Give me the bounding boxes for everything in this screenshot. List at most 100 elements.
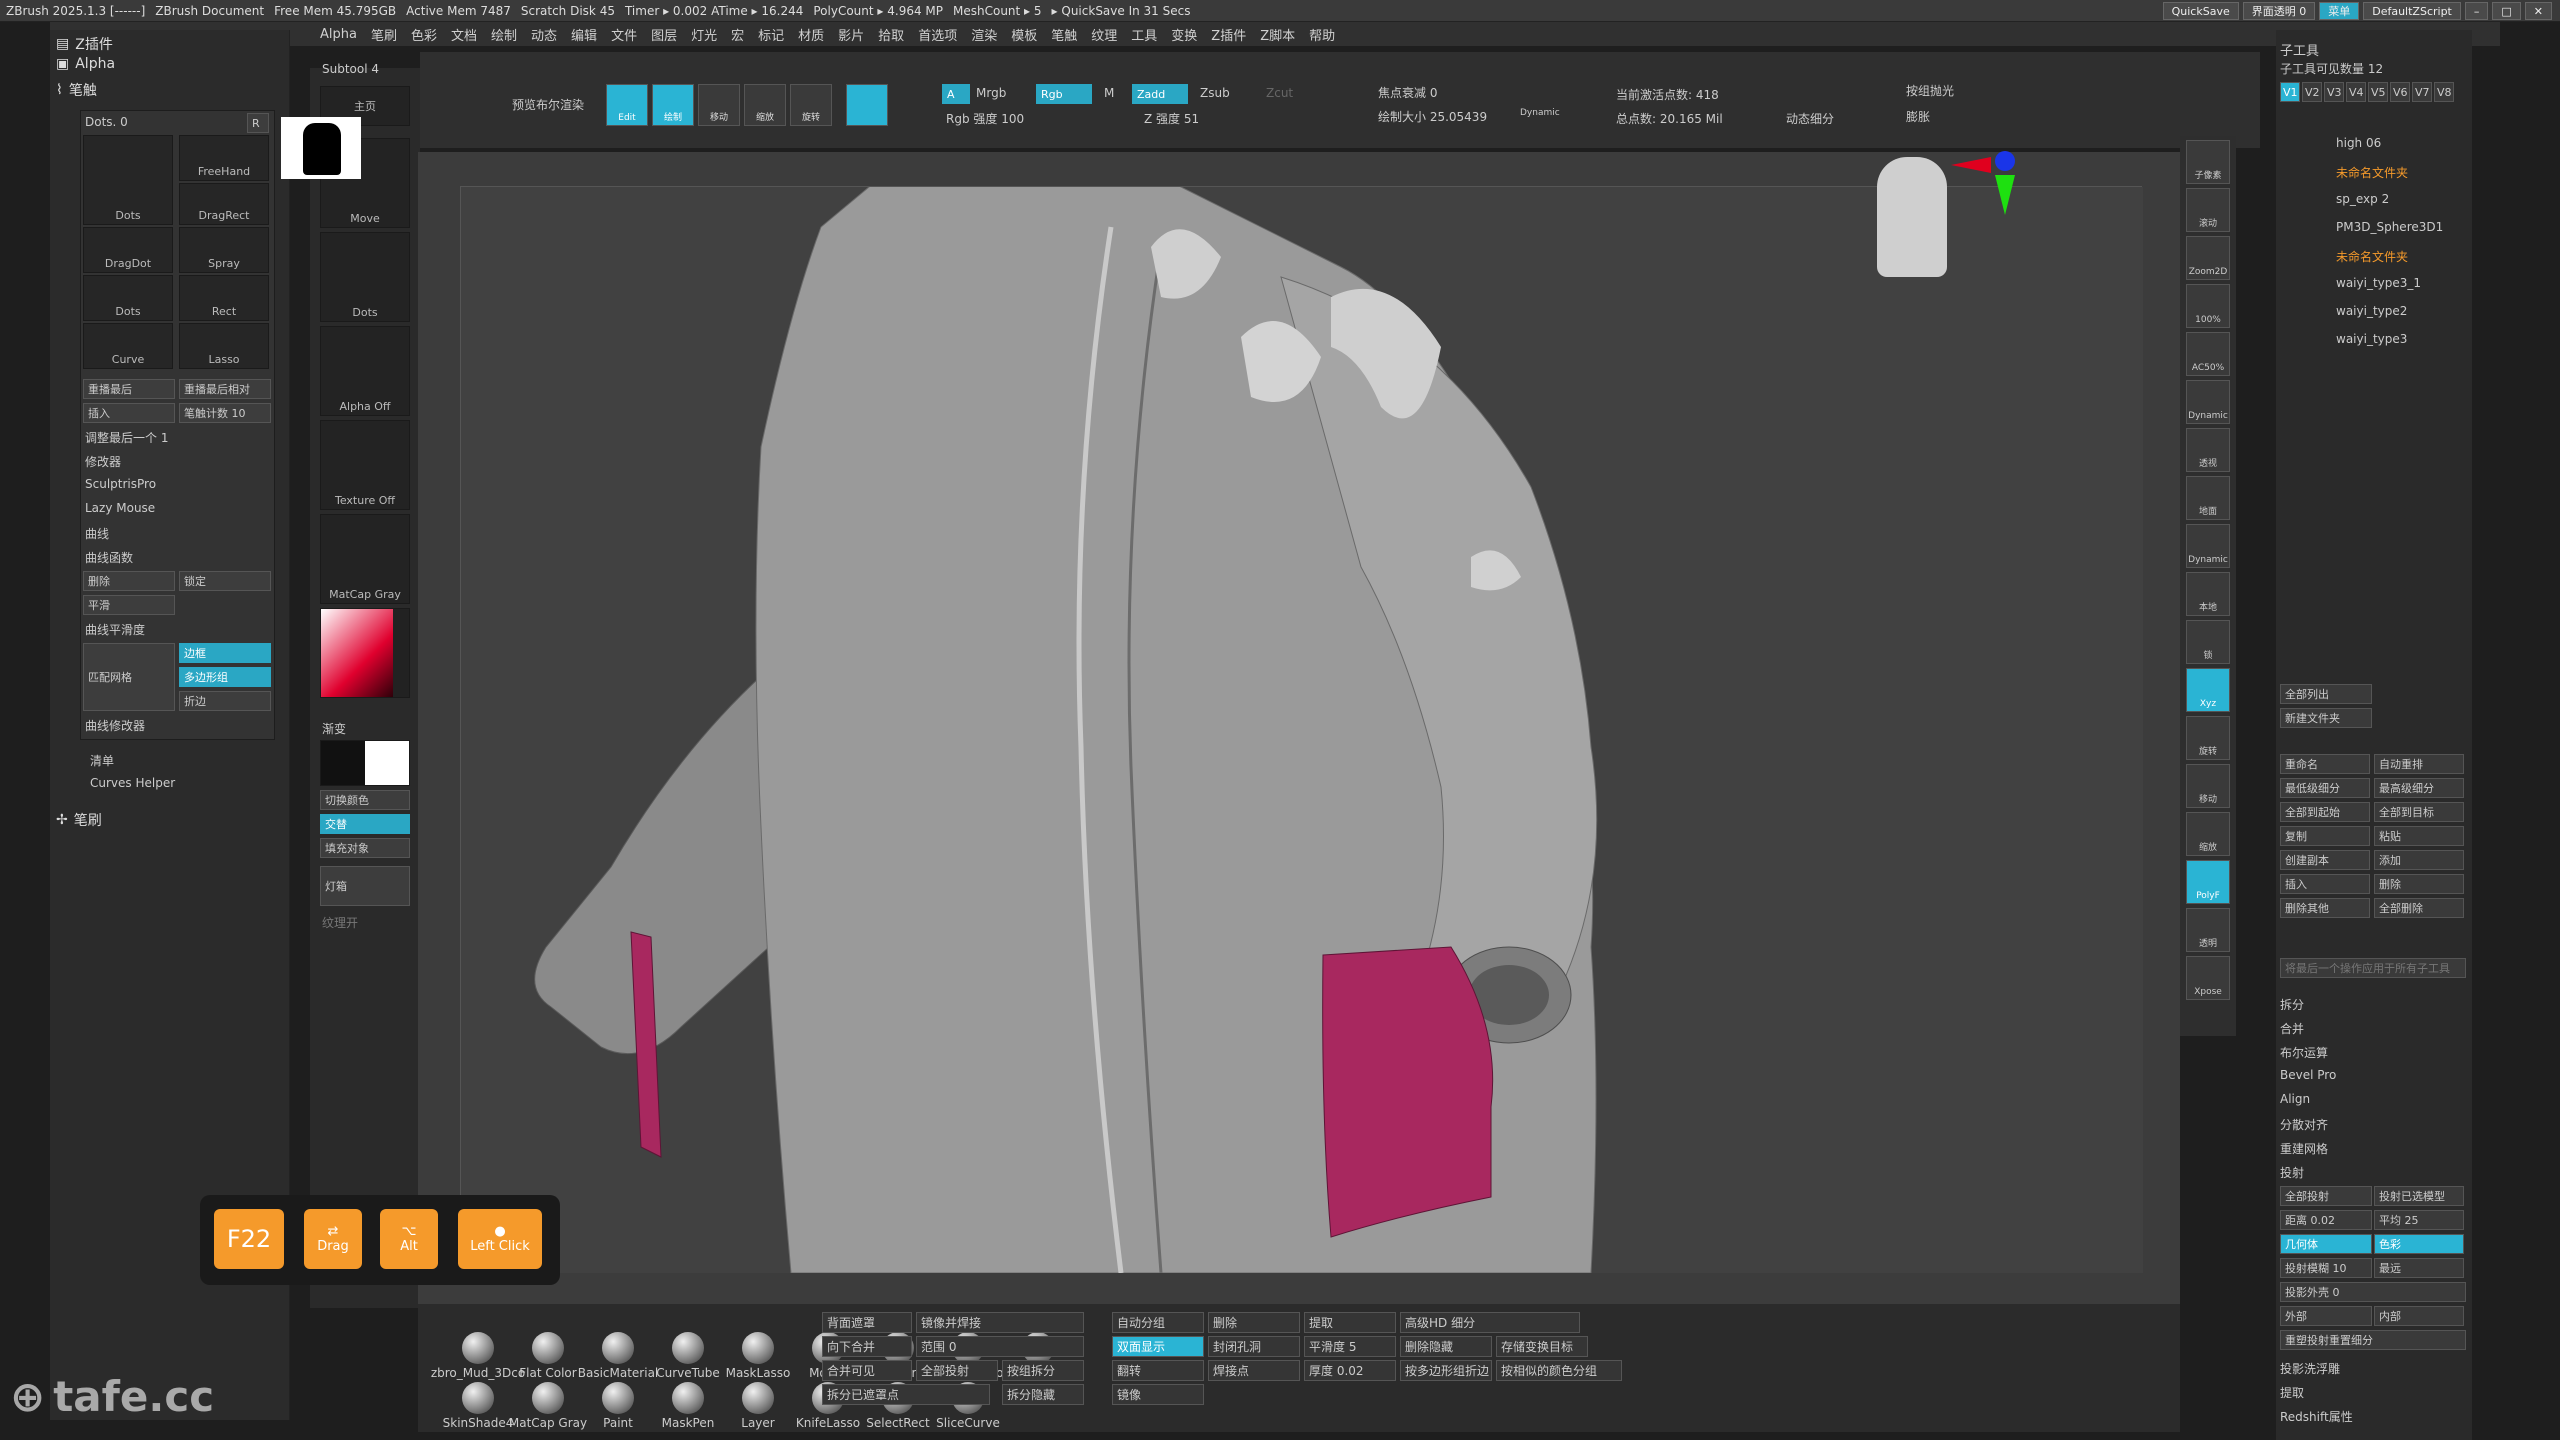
bottom-b15[interactable]: 平滑度 5 [1304,1336,1396,1357]
nav-button-9[interactable]: 本地 [2186,572,2230,616]
nav-button-7[interactable]: 地面 [2186,476,2230,520]
minimize-button[interactable]: – [2464,2,2489,20]
dynamic-subdiv[interactable]: 动态细分 [1786,110,1834,127]
project-geometry[interactable]: 几何体 [2280,1234,2372,1254]
curves-helper-label[interactable]: Curves Helper [90,776,175,790]
color-swatches[interactable] [320,740,410,786]
menu-20[interactable]: 工具 [1131,25,1157,44]
clear-label[interactable]: 清单 [90,752,114,769]
subtool-section[interactable]: Align [2280,1092,2310,1106]
rotate-tool[interactable]: 旋转 [790,84,832,126]
subtool-action-btn[interactable]: 创建副本 [2280,850,2370,870]
a-button[interactable]: A [942,84,970,104]
subtool-action-btn[interactable]: 添加 [2374,850,2464,870]
bottom-b14[interactable]: 封闭孔洞 [1208,1336,1300,1357]
stroke-dragdot[interactable]: DragDot [83,227,173,273]
alpha-off[interactable]: Alpha Off [320,326,410,416]
close-button[interactable]: ✕ [2524,2,2552,20]
rgb-intensity-slider[interactable]: Rgb 强度 100 [946,110,1024,127]
subtool-section[interactable]: 分散对齐 [2280,1116,2328,1133]
material-button[interactable]: MatCap Gray [508,1374,588,1430]
section-proj_brush[interactable]: 投影洗浮雕 [2280,1360,2340,1377]
menu-16[interactable]: 渲染 [971,25,997,44]
menu-12[interactable]: 材质 [798,25,824,44]
mrgb-button[interactable]: Mrgb [976,86,1006,100]
subtool-item[interactable]: 未命名文件夹 [2336,164,2408,181]
curve-delete-button[interactable]: 删除 [83,571,175,591]
gradient-label[interactable]: 渐变 [322,720,346,737]
bottom-b5[interactable]: 提取 [1304,1312,1396,1333]
draw-tool[interactable]: 绘制 [652,84,694,126]
bottom-b11[interactable]: 全部投射 [916,1360,998,1381]
menu-0[interactable]: Alpha [320,27,357,42]
stroke-dragrect[interactable]: DragRect [179,183,269,225]
menu-4[interactable]: 绘制 [491,25,517,44]
border-button[interactable]: 边框 [179,643,271,663]
preview-boolean[interactable]: 预览布尔渲染 [512,96,584,113]
color-icon[interactable] [896,84,938,126]
menu-24[interactable]: 帮助 [1309,25,1335,44]
subtool-btn[interactable]: 全部列出 [2280,684,2372,704]
nav-button-3[interactable]: 100% [2186,284,2230,328]
curve-flat-button[interactable]: 平滑 [83,595,175,615]
project-color[interactable]: 色彩 [2374,1234,2464,1254]
nav-button-13[interactable]: 移动 [2186,764,2230,808]
version-1[interactable]: V2 [2302,82,2322,102]
subtool-item[interactable]: 未命名文件夹 [2336,248,2408,265]
project-proj_shell[interactable]: 投影外壳 0 [2280,1282,2466,1302]
material-button[interactable]: Flat Color [508,1324,588,1380]
menu-23[interactable]: Z脚本 [1260,25,1295,44]
menu-17[interactable]: 模板 [1011,25,1037,44]
menu-22[interactable]: Z插件 [1211,25,1246,44]
stroke-curve[interactable]: Curve [83,323,173,369]
matcap-material[interactable]: MatCap Gray [320,514,410,604]
bottom-b21[interactable]: 焊接点 [1208,1360,1300,1381]
crease-button[interactable]: 折边 [179,691,271,711]
version-0[interactable]: V1 [2280,82,2300,102]
replay-last-button[interactable]: 重播最后 [83,379,175,399]
bottom-b12[interactable]: 按组拆分 [1002,1360,1084,1381]
curve-label[interactable]: 曲线 [85,525,109,542]
version-3[interactable]: V4 [2346,82,2366,102]
script-button[interactable]: DefaultZScript [2363,2,2461,20]
nav-button-10[interactable]: 锁 [2186,620,2230,664]
stroke-freehand[interactable]: FreeHand [179,135,269,181]
project-ui_project[interactable]: 重塑投射重置细分 [2280,1330,2466,1350]
version-4[interactable]: V5 [2368,82,2388,102]
maximize-button[interactable]: □ [2492,2,2521,20]
subtool-action-btn[interactable]: 最高级细分 [2374,778,2464,798]
nav-button-8[interactable]: Dynamic [2186,524,2230,568]
material-button[interactable]: MaskLasso [718,1324,798,1380]
project-outer[interactable]: 外部 [2280,1306,2372,1326]
switch-color-button[interactable]: 切换颜色 [320,790,410,810]
zadd-button[interactable]: Zadd [1132,84,1188,104]
stroke-rect[interactable]: Rect [179,275,269,321]
bottom-b3[interactable]: 自动分组 [1112,1312,1204,1333]
bottom-b7[interactable]: 向下合并 [822,1336,912,1357]
subtool-action-btn[interactable]: 最低级细分 [2280,778,2370,798]
subtool-action-btn[interactable]: 重命名 [2280,754,2370,774]
menu-7[interactable]: 文件 [611,25,637,44]
group-polish-slider[interactable]: 按组抛光 [1906,82,1954,99]
swap-button[interactable]: 交替 [320,814,410,834]
subtool-section[interactable]: Bevel Pro [2280,1068,2336,1082]
subtool-item[interactable]: waiyi_type2 [2336,304,2407,318]
menu-6[interactable]: 编辑 [571,25,597,44]
nav-button-11[interactable]: Xyz [2186,668,2230,712]
quicksave-button[interactable]: QuickSave [2162,2,2239,20]
subtool-action-btn[interactable]: 全部删除 [2374,898,2464,918]
insert-button[interactable]: 插入 [83,403,175,423]
subtool-item[interactable]: waiyi_type3_1 [2336,276,2421,290]
material-button[interactable]: Layer [718,1374,798,1430]
menu-21[interactable]: 变换 [1171,25,1197,44]
edit-tool[interactable]: Edit [606,84,648,126]
menu-5[interactable]: 动态 [531,25,557,44]
subtool-section[interactable]: 合并 [2280,1020,2304,1037]
orientation-gizmo[interactable] [1951,147,2015,215]
curve-snap-button[interactable]: 锁定 [179,571,271,591]
menu-11[interactable]: 标记 [758,25,784,44]
version-7[interactable]: V8 [2434,82,2454,102]
stroke-spray[interactable]: Spray [179,227,269,273]
zplugin-header[interactable]: ▤ Z插件 [56,34,113,54]
bottom-b20[interactable]: 镜像 [1112,1384,1204,1405]
